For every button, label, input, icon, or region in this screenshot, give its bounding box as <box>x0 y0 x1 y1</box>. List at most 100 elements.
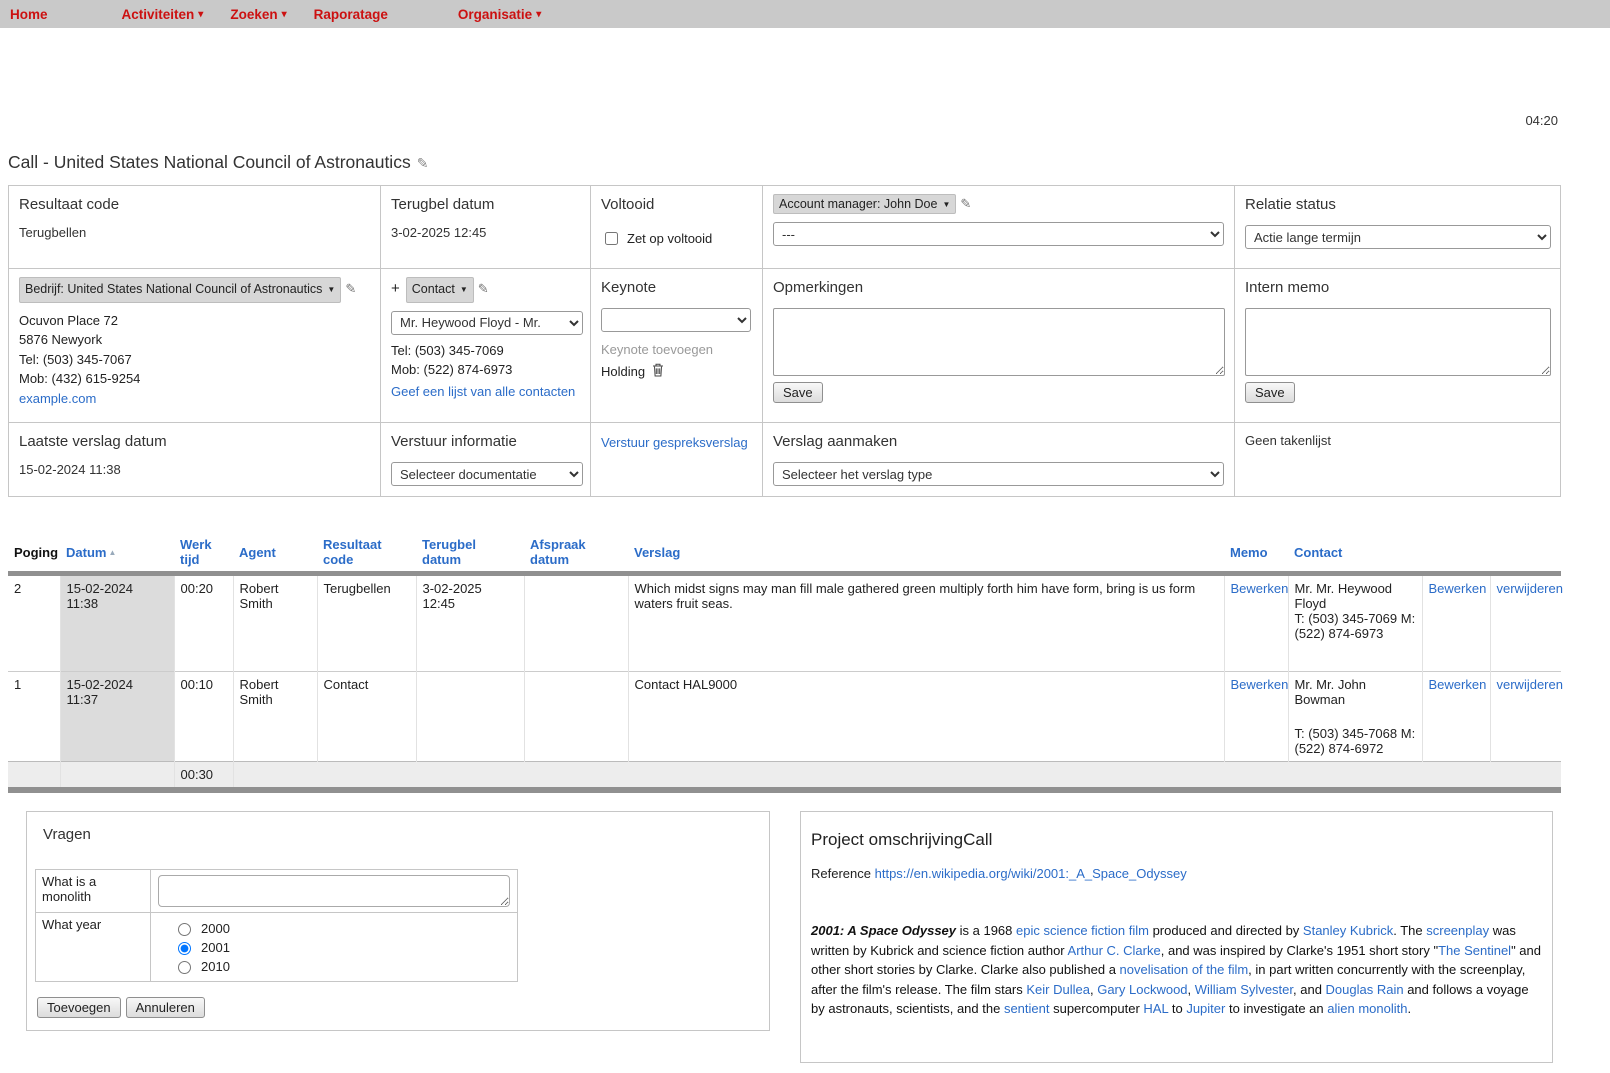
account-manager-chip[interactable]: Account manager: John Doe▼ <box>773 194 956 214</box>
afspraak-sort-link[interactable]: Afspraak datum <box>530 537 586 567</box>
memo-edit-link[interactable]: Bewerken <box>1231 581 1289 596</box>
column-header-contact[interactable]: Contact <box>1288 533 1422 574</box>
voltooid-checkbox-row[interactable]: Zet op voltooid <box>601 229 752 248</box>
column-header-afspraak-datum[interactable]: Afspraak datum <box>524 533 628 574</box>
toevoegen-button[interactable]: Toevoegen <box>37 997 121 1018</box>
column-header-memo[interactable]: Memo <box>1224 533 1288 574</box>
edit-pencil-icon[interactable]: ✎ <box>478 281 489 296</box>
afspraak-value <box>524 672 628 762</box>
datum-sort-link[interactable]: Datum <box>66 545 106 560</box>
contact-sort-link[interactable]: Contact <box>1294 545 1342 560</box>
contact-phones: T: (503) 345-7069 M: (522) 874-6973 <box>1295 611 1416 641</box>
inline-link[interactable]: Stanley Kubrick <box>1303 923 1393 938</box>
trash-icon[interactable] <box>652 363 664 380</box>
contact-select[interactable]: Mr. Heywood Floyd - Mr. <box>391 311 583 335</box>
verstuur-informatie-select[interactable]: Selecteer documentatie <box>391 462 583 486</box>
column-header-terugbel-datum[interactable]: Terugbel datum <box>416 533 524 574</box>
row-delete-link[interactable]: verwijderen <box>1497 581 1563 596</box>
inline-link[interactable]: Keir Dullea <box>1026 982 1090 997</box>
edit-pencil-icon[interactable]: ✎ <box>417 155 429 171</box>
inline-link[interactable]: The Sentinel <box>1438 943 1511 958</box>
werk-tijd-sort-link[interactable]: Werk tijd <box>180 537 212 567</box>
project-panel: Project omschrijvingCall Reference https… <box>800 811 1553 1063</box>
panel-verslag-aanmaken: Verslag aanmaken Selecteer het verslag t… <box>762 422 1234 496</box>
edit-pencil-icon[interactable]: ✎ <box>960 196 971 211</box>
inline-link[interactable]: William Sylvester <box>1195 982 1293 997</box>
column-header-datum[interactable]: Datum▲ <box>60 533 174 574</box>
table-row: 2 15-02-2024 11:38 00:20 Robert Smith Te… <box>8 574 1561 672</box>
nav-item-raporatage[interactable]: Raporatage <box>314 7 388 22</box>
reference-link[interactable]: https://en.wikipedia.org/wiki/2001:_A_Sp… <box>875 866 1187 881</box>
add-contact-icon[interactable]: + <box>391 280 400 297</box>
opmerkingen-textarea[interactable] <box>773 308 1225 376</box>
intern-memo-textarea[interactable] <box>1245 308 1551 376</box>
year-radio-2001[interactable] <box>178 942 191 955</box>
inline-link[interactable]: novelisation of the film <box>1120 962 1249 977</box>
year-radio-option[interactable]: 2010 <box>173 958 511 974</box>
relatie-status-select[interactable]: Actie lange termijn <box>1245 225 1551 249</box>
column-header-resultaat-code[interactable]: Resultaat code <box>317 533 416 574</box>
inline-link[interactable]: alien monolith <box>1327 1001 1407 1016</box>
column-header-werk-tijd[interactable]: Werk tijd <box>174 533 233 574</box>
row-delete-link[interactable]: verwijderen <box>1497 677 1563 692</box>
radio-label: 2010 <box>201 959 230 974</box>
monolith-answer-input[interactable] <box>158 875 510 907</box>
memo-edit-link[interactable]: Bewerken <box>1231 677 1289 692</box>
agent-sort-link[interactable]: Agent <box>239 545 276 560</box>
vragen-table: What is a monolith What year 2000 2001 <box>35 869 518 982</box>
column-header-agent[interactable]: Agent <box>233 533 317 574</box>
nav-item-zoeken[interactable]: Zoeken▾ <box>230 7 286 22</box>
keynote-select[interactable] <box>601 308 751 332</box>
agent-value: Robert Smith <box>233 672 317 762</box>
reference-label: Reference <box>811 866 871 881</box>
nav-item-organisatie[interactable]: Organisatie▾ <box>458 7 541 22</box>
panel-verstuur-informatie: Verstuur informatie Selecteer documentat… <box>380 422 590 496</box>
voltooid-checkbox[interactable] <box>605 232 618 245</box>
year-radio-option[interactable]: 2001 <box>173 939 511 955</box>
inline-link[interactable]: Douglas Rain <box>1326 982 1404 997</box>
afspraak-value <box>524 574 628 672</box>
question-label: What is a monolith <box>36 870 151 913</box>
verslag-aanmaken-select[interactable]: Selecteer het verslag type <box>773 462 1224 486</box>
verstuur-gespreksverslag-link[interactable]: Verstuur gespreksverslag <box>601 435 748 450</box>
year-radio-2000[interactable] <box>178 923 191 936</box>
edit-pencil-icon[interactable]: ✎ <box>345 281 356 296</box>
bedrijf-chip-label: Bedrijf: United States National Council … <box>25 282 322 296</box>
top-navigation: Home Activiteiten▾ Zoeken▾ Raporatage Or… <box>0 0 1610 28</box>
relatie-status-label: Relatie status <box>1245 196 1551 213</box>
intern-memo-save-button[interactable]: Save <box>1245 382 1295 403</box>
resultaat-code-value: Terugbellen <box>19 225 370 240</box>
nav-item-home[interactable]: Home <box>10 7 48 22</box>
row-edit-link[interactable]: Bewerken <box>1429 677 1487 692</box>
total-empty-cell <box>8 762 60 791</box>
opmerkingen-save-button[interactable]: Save <box>773 382 823 403</box>
memo-sort-link[interactable]: Memo <box>1230 545 1268 560</box>
bedrijf-chip[interactable]: Bedrijf: United States National Council … <box>19 277 341 303</box>
inline-link[interactable]: Jupiter <box>1186 1001 1225 1016</box>
nav-item-activiteiten[interactable]: Activiteiten▾ <box>122 7 204 22</box>
keynote-add-label: Keynote toevoegen <box>601 342 752 357</box>
year-radio-2010[interactable] <box>178 961 191 974</box>
year-radio-option[interactable]: 2000 <box>173 920 511 936</box>
annuleren-button[interactable]: Annuleren <box>126 997 205 1018</box>
account-manager-select[interactable]: --- <box>773 222 1224 246</box>
bedrijf-website-link[interactable]: example.com <box>19 391 96 406</box>
contact-chip[interactable]: Contact▼ <box>406 277 474 303</box>
terugbel-sort-link[interactable]: Terugbel datum <box>422 537 476 567</box>
chevron-down-icon: ▼ <box>327 285 335 294</box>
verslag-aanmaken-label: Verslag aanmaken <box>773 433 1224 450</box>
chevron-down-icon: ▾ <box>198 9 203 20</box>
verslag-sort-link[interactable]: Verslag <box>634 545 680 560</box>
inline-link[interactable]: screenplay <box>1426 923 1489 938</box>
inline-link[interactable]: Arthur C. Clarke <box>1068 943 1161 958</box>
inline-link[interactable]: epic science fiction film <box>1016 923 1149 938</box>
inline-link[interactable]: Gary Lockwood <box>1097 982 1187 997</box>
row-edit-link[interactable]: Bewerken <box>1429 581 1487 596</box>
verslag-text: Contact HAL9000 <box>628 672 1224 762</box>
inline-link[interactable]: HAL <box>1143 1001 1168 1016</box>
column-header-verslag[interactable]: Verslag <box>628 533 1224 574</box>
contact-list-link[interactable]: Geef een lijst van alle contacten <box>391 384 575 399</box>
inline-link[interactable]: sentient <box>1004 1001 1050 1016</box>
nav-activiteiten-label: Activiteiten <box>122 7 195 22</box>
resultaat-sort-link[interactable]: Resultaat code <box>323 537 382 567</box>
